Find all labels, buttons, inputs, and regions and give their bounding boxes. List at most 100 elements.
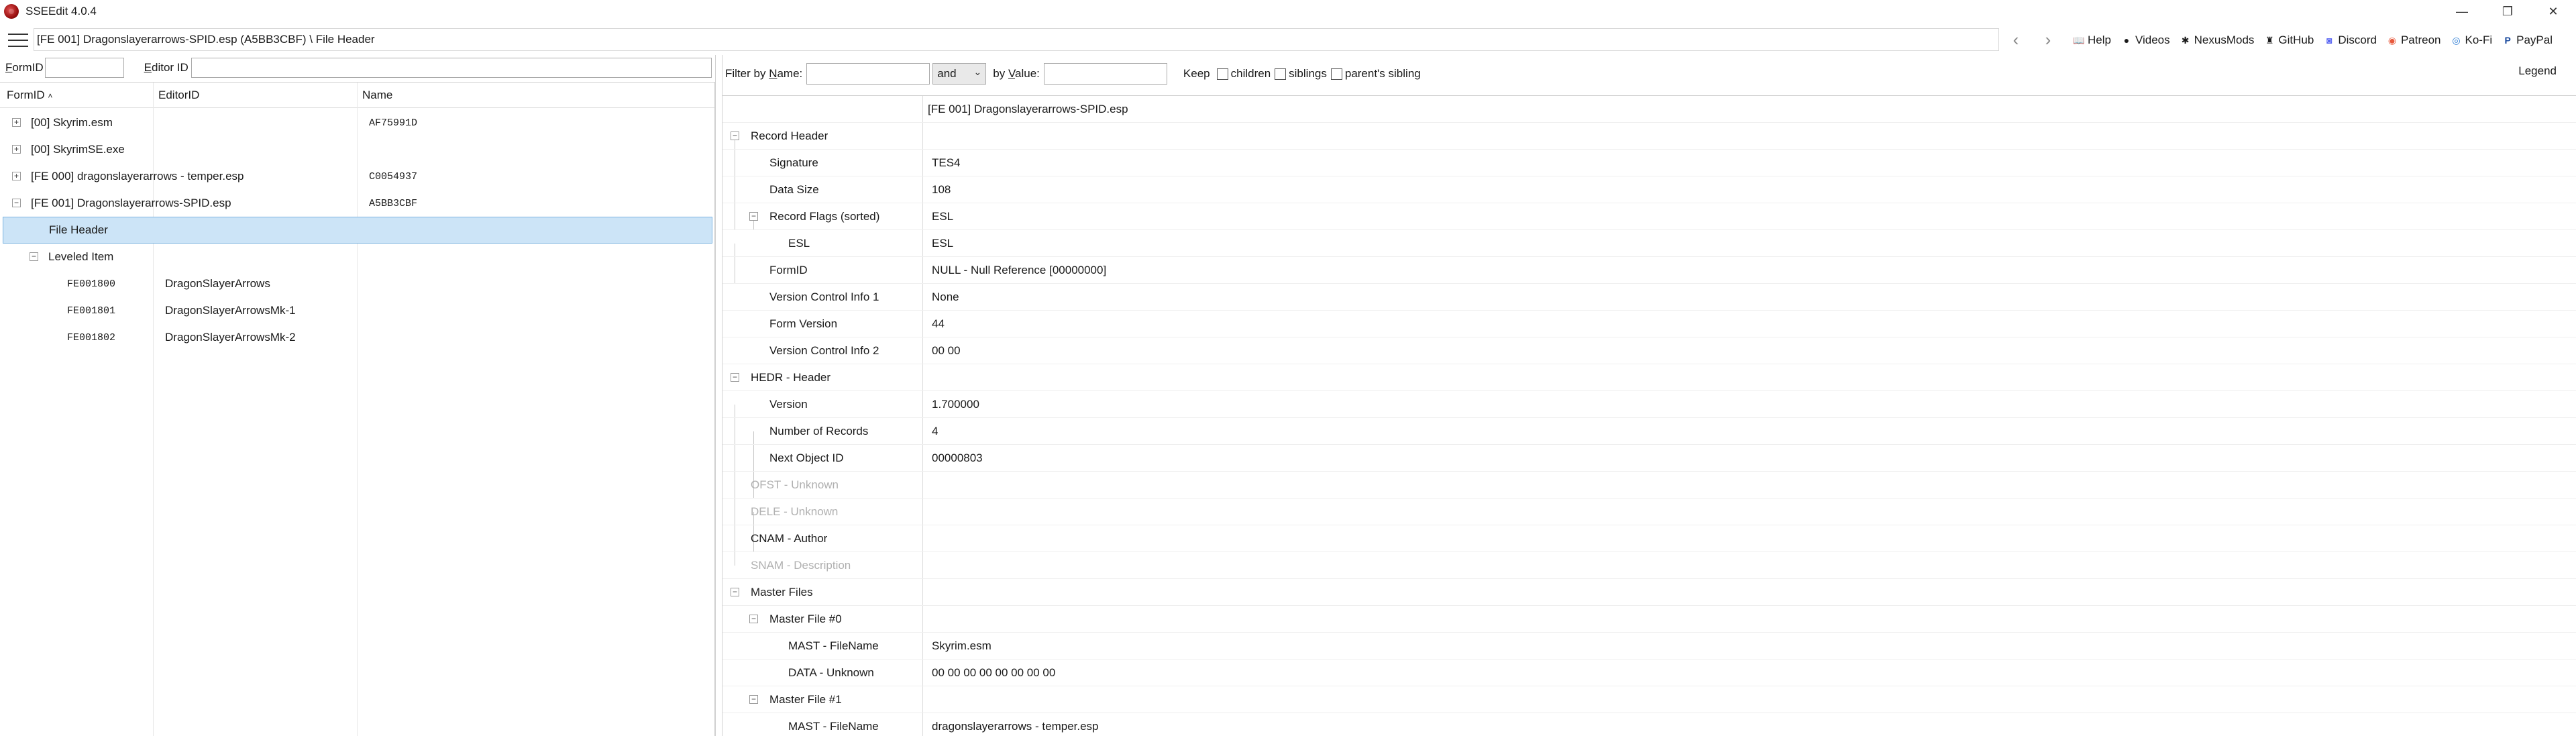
field-row-ofst[interactable]: OFST - Unknown	[722, 472, 2576, 498]
field-value[interactable]: 00 00 00 00 00 00 00 00	[932, 666, 1055, 680]
field-label: Signature	[769, 156, 818, 169]
record-tree: FormID ˄ EditorID Name + [00] Skyrim.esm…	[0, 82, 715, 736]
field-row-data-size[interactable]: Data Size 108	[722, 176, 2576, 203]
field-value[interactable]: ESL	[932, 237, 953, 250]
tree-row-file-header[interactable]: File Header	[3, 217, 712, 244]
pane-splitter[interactable]	[715, 55, 722, 736]
keep-label: Keep	[1183, 67, 1210, 80]
field-row-mast-filename[interactable]: MAST - FileName dragonslayerarrows - tem…	[722, 713, 2576, 736]
filter-name-input[interactable]	[806, 63, 930, 85]
field-row-dele[interactable]: DELE - Unknown	[722, 498, 2576, 525]
field-value[interactable]: None	[932, 291, 959, 304]
discord-icon: ◙	[2326, 35, 2332, 46]
field-row-form-version[interactable]: Form Version 44	[722, 311, 2576, 337]
field-value[interactable]: NULL - Null Reference [00000000]	[932, 264, 1106, 277]
legend-button[interactable]: Legend	[2518, 64, 2557, 78]
collapse-icon[interactable]: −	[731, 132, 739, 140]
name-column-header[interactable]: Name	[362, 89, 392, 102]
field-row-version[interactable]: Version 1.700000	[722, 391, 2576, 418]
field-value[interactable]: 00000803	[932, 452, 983, 465]
field-row-record-header[interactable]: − Record Header	[722, 123, 2576, 150]
field-label: DATA - Unknown	[788, 666, 874, 679]
field-value[interactable]: 108	[932, 183, 951, 197]
field-row-master-files[interactable]: − Master Files	[722, 579, 2576, 606]
field-row-hedr[interactable]: − HEDR - Header	[722, 364, 2576, 391]
github-link[interactable]: ♜ GitHub	[2263, 34, 2314, 47]
field-label: Version Control Info 2	[769, 344, 879, 357]
field-value[interactable]: TES4	[932, 156, 961, 170]
window-controls: — ❐ ✕	[2439, 0, 2576, 23]
filter-operator-select[interactable]: and ⌄	[932, 63, 987, 85]
collapse-icon[interactable]: −	[749, 212, 758, 221]
keep-parents-sibling-checkbox[interactable]	[1330, 68, 1342, 80]
close-button[interactable]: ✕	[2530, 0, 2576, 23]
minimize-button[interactable]: —	[2439, 0, 2485, 23]
field-value[interactable]: 00 00	[932, 344, 961, 358]
tree-row-record[interactable]: FE001801 DragonSlayerArrowsMk-1	[0, 297, 714, 324]
field-value[interactable]: 1.700000	[932, 398, 979, 411]
field-value[interactable]: 44	[932, 317, 945, 331]
nexusmods-link[interactable]: ✱ NexusMods	[2180, 34, 2255, 47]
tree-row-record[interactable]: FE001800 DragonSlayerArrows	[0, 270, 714, 297]
field-row-master-file-0[interactable]: − Master File #0	[722, 606, 2576, 633]
patreon-link[interactable]: ◉ Patreon	[2386, 34, 2441, 47]
keep-children-checkbox[interactable]	[1216, 68, 1228, 80]
help-link[interactable]: 📖 Help	[2073, 34, 2111, 47]
field-row-version-control-2[interactable]: Version Control Info 2 00 00	[722, 337, 2576, 364]
field-value[interactable]: dragonslayerarrows - temper.esp	[932, 720, 1099, 733]
field-row-master-file-1[interactable]: − Master File #1	[722, 686, 2576, 713]
field-value[interactable]: Skyrim.esm	[932, 639, 991, 653]
field-row-version-control-1[interactable]: Version Control Info 1 None	[722, 284, 2576, 311]
formid-filter-input[interactable]	[44, 58, 124, 78]
field-row-number-of-records[interactable]: Number of Records 4	[722, 418, 2576, 445]
expand-icon[interactable]: +	[12, 145, 21, 154]
field-label: HEDR - Header	[751, 371, 831, 384]
collapse-icon[interactable]: −	[749, 615, 758, 623]
editorid-column-header[interactable]: EditorID	[158, 89, 199, 102]
title-bar: SSEEdit 4.0.4 — ❐ ✕	[0, 0, 2576, 23]
field-row-esl[interactable]: ESL ESL	[722, 230, 2576, 257]
tree-row-temper-esp[interactable]: + [FE 000] dragonslayerarrows - temper.e…	[0, 163, 714, 190]
tree-row-formid: FE001802	[67, 331, 116, 344]
collapse-icon[interactable]: −	[12, 199, 21, 207]
field-value[interactable]: 4	[932, 425, 938, 438]
kofi-link[interactable]: ◎ Ko-Fi	[2451, 34, 2492, 47]
collapse-icon[interactable]: −	[731, 373, 739, 382]
collapse-icon[interactable]: −	[749, 695, 758, 704]
tree-row-label: [FE 000] dragonslayerarrows - temper.esp	[31, 170, 244, 182]
editorid-filter-input[interactable]	[191, 58, 712, 78]
back-arrow-icon[interactable]: ‹	[2006, 30, 2026, 50]
collapse-icon[interactable]: −	[30, 252, 38, 261]
field-row-snam[interactable]: SNAM - Description	[722, 552, 2576, 579]
field-row-next-object-id[interactable]: Next Object ID 00000803	[722, 445, 2576, 472]
field-row-record-flags[interactable]: − Record Flags (sorted) ESL	[722, 203, 2576, 230]
tree-row-leveled-item[interactable]: − Leveled Item	[0, 244, 714, 270]
formid-column-header[interactable]: FormID ˄	[7, 89, 52, 102]
forward-arrow-icon[interactable]: ›	[2038, 30, 2058, 50]
tree-row-skyrimse-exe[interactable]: + [00] SkyrimSE.exe	[0, 136, 714, 163]
restore-button[interactable]: ❐	[2485, 0, 2530, 23]
field-row-formid[interactable]: FormID NULL - Null Reference [00000000]	[722, 257, 2576, 284]
field-row-cnam[interactable]: CNAM - Author	[722, 525, 2576, 552]
field-row-data-unknown[interactable]: DATA - Unknown 00 00 00 00 00 00 00 00	[722, 660, 2576, 686]
field-row-mast-filename[interactable]: MAST - FileName Skyrim.esm	[722, 633, 2576, 660]
keep-siblings-checkbox[interactable]	[1275, 68, 1287, 80]
field-label: CNAM - Author	[751, 532, 828, 545]
tree-row-record[interactable]: FE001802 DragonSlayerArrowsMk-2	[0, 324, 714, 351]
paypal-link[interactable]: P PayPal	[2502, 34, 2553, 47]
discord-link[interactable]: ◙ Discord	[2323, 34, 2377, 47]
field-row-signature[interactable]: Signature TES4	[722, 150, 2576, 176]
tree-row-editorid: DragonSlayerArrows	[165, 277, 270, 290]
record-path-field[interactable]: [FE 001] Dragonslayerarrows-SPID.esp (A5…	[34, 28, 1999, 51]
expand-icon[interactable]: +	[12, 118, 21, 127]
by-value-label: by Value:	[993, 67, 1040, 80]
tree-row-spid-esp[interactable]: − [FE 001] Dragonslayerarrows-SPID.esp A…	[0, 190, 714, 217]
tree-row-skyrim-esm[interactable]: + [00] Skyrim.esm AF75991D	[0, 109, 714, 136]
video-icon: ●	[2123, 35, 2130, 46]
field-value[interactable]: ESL	[932, 210, 953, 223]
hamburger-menu-icon[interactable]	[8, 34, 28, 47]
filter-value-input[interactable]	[1043, 63, 1167, 85]
collapse-icon[interactable]: −	[731, 588, 739, 596]
expand-icon[interactable]: +	[12, 172, 21, 180]
videos-link[interactable]: ● Videos	[2121, 34, 2170, 47]
